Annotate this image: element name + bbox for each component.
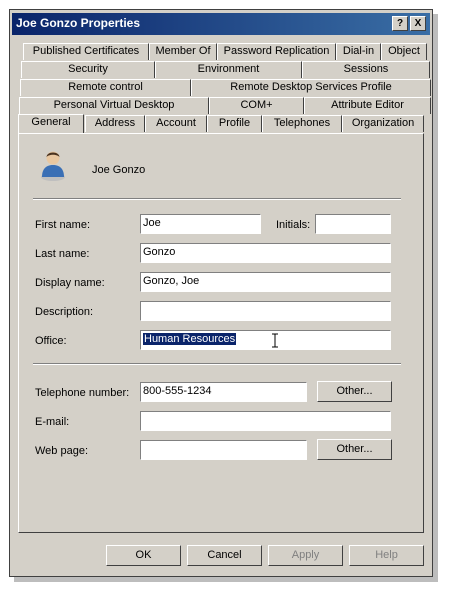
office-label: Office: — [35, 335, 67, 347]
tab-row-3: Remote control Remote Desktop Services P… — [18, 79, 431, 96]
tab-row-4: Personal Virtual Desktop COM+ Attribute … — [18, 97, 431, 114]
user-display-name: Joe Gonzo — [92, 164, 146, 176]
webpage-other-button[interactable]: Other... — [317, 439, 392, 460]
email-field[interactable] — [140, 411, 391, 431]
office-selected-text: Human Resources — [143, 333, 237, 345]
help-title-button[interactable]: ? — [392, 16, 408, 31]
general-tab-panel: Joe Gonzo First name: Joe Initials: Last… — [18, 133, 424, 533]
window-title: Joe Gonzo Properties — [16, 16, 141, 30]
tab-organization[interactable]: Organization — [342, 115, 424, 132]
first-name-label: First name: — [35, 219, 91, 231]
title-bar[interactable]: Joe Gonzo Properties ? X — [12, 13, 430, 35]
tab-remote-desktop-services-profile[interactable]: Remote Desktop Services Profile — [191, 79, 431, 96]
user-icon — [41, 151, 65, 181]
tab-published-certificates[interactable]: Published Certificates — [23, 43, 149, 60]
separator-top — [33, 198, 401, 200]
first-name-field[interactable]: Joe — [140, 214, 261, 234]
tab-member-of[interactable]: Member Of — [149, 43, 217, 60]
separator-middle — [33, 363, 401, 365]
webpage-label: Web page: — [35, 445, 89, 457]
tab-object[interactable]: Object — [381, 43, 427, 60]
tab-personal-virtual-desktop[interactable]: Personal Virtual Desktop — [19, 97, 209, 114]
office-field[interactable]: Human Resources — [140, 330, 391, 350]
tab-row-1: Published Certificates Member Of Passwor… — [18, 43, 427, 60]
tab-general[interactable]: General — [18, 114, 84, 133]
tab-environment[interactable]: Environment — [155, 61, 302, 78]
webpage-field[interactable] — [140, 440, 307, 460]
tab-account[interactable]: Account — [145, 115, 207, 132]
email-label: E-mail: — [35, 416, 70, 428]
text-cursor-icon — [272, 333, 278, 348]
tab-profile[interactable]: Profile — [207, 115, 262, 132]
description-label: Description: — [35, 306, 94, 318]
telephone-label: Telephone number: — [35, 387, 130, 399]
help-button[interactable]: Help — [349, 545, 424, 566]
telephone-other-button[interactable]: Other... — [317, 381, 392, 402]
tab-remote-control[interactable]: Remote control — [20, 79, 191, 96]
description-field[interactable] — [140, 301, 391, 321]
telephone-field[interactable]: 800-555-1234 — [140, 382, 307, 402]
initials-label: Initials: — [276, 219, 311, 231]
tab-telephones[interactable]: Telephones — [262, 115, 342, 132]
tab-row-2: Security Environment Sessions — [18, 61, 430, 78]
properties-dialog: Joe Gonzo Properties ? X Published Certi… — [9, 9, 433, 577]
close-title-button[interactable]: X — [410, 16, 426, 31]
tab-attribute-editor[interactable]: Attribute Editor — [304, 97, 431, 114]
display-name-field[interactable]: Gonzo, Joe — [140, 272, 391, 292]
last-name-field[interactable]: Gonzo — [140, 243, 391, 263]
cancel-button[interactable]: Cancel — [187, 545, 262, 566]
initials-field[interactable] — [315, 214, 391, 234]
ok-button[interactable]: OK — [106, 545, 181, 566]
tab-password-replication[interactable]: Password Replication — [217, 43, 336, 60]
tab-com-plus[interactable]: COM+ — [209, 97, 304, 114]
display-name-label: Display name: — [35, 277, 105, 289]
tab-address[interactable]: Address — [85, 115, 145, 132]
last-name-label: Last name: — [35, 248, 90, 260]
apply-button[interactable]: Apply — [268, 545, 343, 566]
tab-sessions[interactable]: Sessions — [302, 61, 430, 78]
tab-dial-in[interactable]: Dial-in — [336, 43, 381, 60]
tab-row-5: General Address Account Profile Telephon… — [18, 114, 424, 133]
tab-security[interactable]: Security — [21, 61, 155, 78]
